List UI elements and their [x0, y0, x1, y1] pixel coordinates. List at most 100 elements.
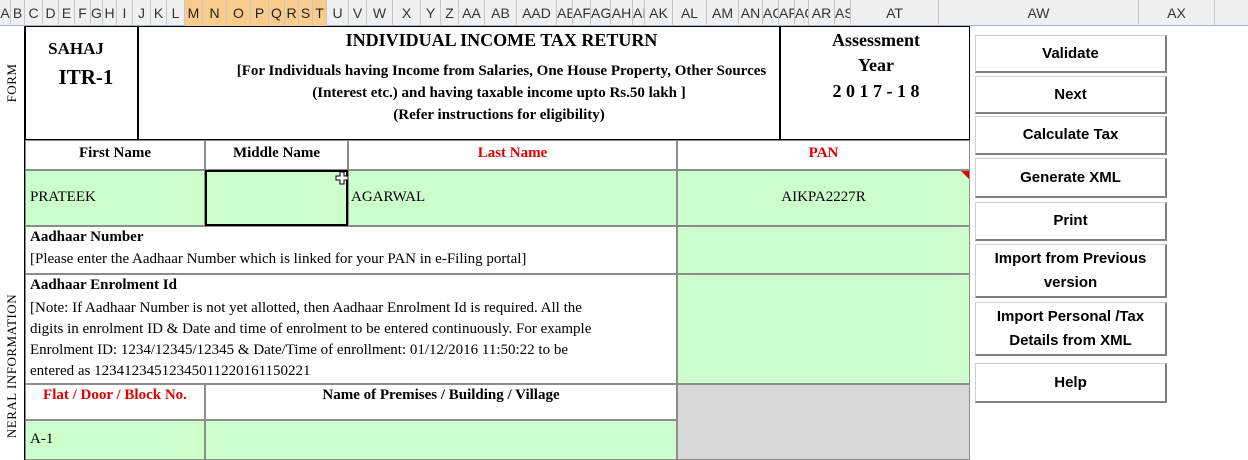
column-header[interactable]: AB: [485, 0, 517, 26]
help-button[interactable]: Help: [975, 363, 1167, 403]
enrolment-id-field[interactable]: [677, 274, 970, 384]
flat-field[interactable]: A-1: [25, 420, 205, 460]
generate-xml-button[interactable]: Generate XML: [975, 158, 1167, 198]
column-header[interactable]: I: [117, 0, 133, 26]
column-header[interactable]: AR: [809, 0, 835, 26]
first-name-field[interactable]: PRATEEK: [25, 170, 205, 226]
column-header[interactable]: AA: [459, 0, 485, 26]
enrolment-label-cell: Aadhaar Enrolment Id [Note: If Aadhaar N…: [25, 274, 677, 384]
premises-field[interactable]: [205, 420, 677, 460]
enrolment-note-4: entered as 12341234512345011220161150221: [30, 363, 311, 379]
column-header[interactable]: AK: [645, 0, 673, 26]
column-header[interactable]: E: [59, 0, 75, 26]
import-personal-tax-xml-button[interactable]: Import Personal /Tax Details from XML: [975, 302, 1167, 356]
general-info-side-label: NERAL INFORMATION: [0, 140, 25, 460]
generate-xml-button-label: Generate XML: [1020, 168, 1121, 186]
column-header[interactable]: M: [185, 0, 203, 26]
enrolment-note-1: [Note: If Aadhaar Number is not yet allo…: [30, 300, 582, 316]
column-header[interactable]: L: [167, 0, 185, 26]
form-name-line1: SAHAJ: [48, 39, 104, 58]
column-header[interactable]: U: [327, 0, 349, 26]
column-header[interactable]: N: [203, 0, 227, 26]
column-header[interactable]: S: [299, 0, 313, 26]
column-header[interactable]: R: [285, 0, 299, 26]
column-header[interactable]: AS: [835, 0, 851, 26]
aadhaar-label-cell: Aadhaar Number [Please enter the Aadhaar…: [25, 226, 677, 274]
first-name-header-text: First Name: [78, 145, 152, 161]
assessment-label: Assessment: [832, 30, 920, 50]
assessment-year-box: Assessment Year 2 0 1 7 - 1 8: [780, 26, 970, 140]
page-title: INDIVIDUAL INCOME TAX RETURN: [345, 30, 658, 50]
column-header[interactable]: X: [393, 0, 421, 26]
column-header[interactable]: H: [103, 0, 117, 26]
column-header[interactable]: AC: [763, 0, 779, 26]
column-header[interactable]: W: [367, 0, 393, 26]
import-previous-line1: Import from Previous: [994, 249, 1147, 267]
column-header[interactable]: AW: [939, 0, 1139, 26]
pan-field[interactable]: AIKPA2227R: [677, 170, 970, 226]
middle-name-header-text: Middle Name: [232, 145, 321, 161]
middle-name-header: Middle Name: [205, 140, 348, 170]
import-previous-version-button[interactable]: Import from Previous version: [975, 244, 1167, 298]
column-header[interactable]: Y: [421, 0, 441, 26]
first-name-value: PRATEEK: [30, 189, 96, 205]
first-name-header: First Name: [25, 140, 205, 170]
premises-header: Name of Premises / Building / Village: [205, 384, 677, 420]
validate-button[interactable]: Validate: [975, 35, 1167, 73]
column-header[interactable]: Q: [269, 0, 285, 26]
column-header[interactable]: AT: [851, 0, 939, 26]
pan-value: AIKPA2227R: [781, 189, 866, 205]
enrolment-label: Aadhaar Enrolment Id: [30, 277, 177, 293]
column-header[interactable]: C: [25, 0, 43, 26]
cell-cursor-icon: [335, 171, 349, 185]
column-header[interactable]: AL: [673, 0, 707, 26]
help-button-label: Help: [1054, 373, 1087, 391]
column-header[interactable]: A: [0, 0, 11, 26]
premises-header-text: Name of Premises / Building / Village: [322, 387, 560, 403]
year-label: Year: [858, 55, 894, 75]
column-header[interactable]: D: [43, 0, 59, 26]
column-header[interactable]: AE: [557, 0, 573, 26]
column-header[interactable]: AG: [591, 0, 611, 26]
column-header[interactable]: T: [313, 0, 327, 26]
middle-name-field[interactable]: [205, 170, 349, 226]
form-name-box: SAHAJ ITR-1: [25, 26, 138, 140]
column-header[interactable]: J: [133, 0, 151, 26]
column-header-bar: ABCDEFGHIJKLMNOPQRSTUVWXYZAAABAADAEAFAGA…: [0, 0, 1248, 26]
column-header[interactable]: P: [251, 0, 269, 26]
column-header[interactable]: AF: [573, 0, 591, 26]
print-button-label: Print: [1053, 212, 1088, 229]
title-subtitle-1: [For Individuals having Income from Sala…: [236, 63, 767, 79]
column-header[interactable]: O: [227, 0, 251, 26]
flat-header: Flat / Door / Block No.: [25, 384, 205, 420]
enrolment-note-2: digits in enrolment ID & Date and time o…: [30, 321, 592, 337]
last-name-value: AGARWAL: [351, 189, 426, 205]
print-button[interactable]: Print: [975, 202, 1167, 241]
flat-value: A-1: [30, 431, 54, 447]
pan-header: PAN: [677, 140, 970, 170]
aadhaar-number-field[interactable]: [677, 226, 970, 274]
title-box: INDIVIDUAL INCOME TAX RETURN [For Indivi…: [138, 26, 780, 140]
column-header[interactable]: AX: [1139, 0, 1215, 26]
column-header[interactable]: B: [11, 0, 25, 26]
column-header[interactable]: AM: [707, 0, 739, 26]
column-header[interactable]: F: [75, 0, 91, 26]
last-name-field[interactable]: AGARWAL: [348, 170, 677, 226]
import-previous-line2: version: [1043, 273, 1098, 291]
column-header[interactable]: G: [91, 0, 103, 26]
column-header[interactable]: AAD: [517, 0, 557, 26]
column-header[interactable]: Z: [441, 0, 459, 26]
column-header[interactable]: AI: [633, 0, 645, 26]
column-header[interactable]: AF: [779, 0, 795, 26]
column-header[interactable]: K: [151, 0, 167, 26]
validate-button-label: Validate: [1042, 44, 1099, 62]
next-button[interactable]: Next: [975, 76, 1167, 114]
column-header[interactable]: V: [349, 0, 367, 26]
form-name-line2: ITR-1: [58, 65, 114, 89]
next-button-label: Next: [1054, 85, 1087, 103]
column-header[interactable]: AN: [739, 0, 763, 26]
column-header[interactable]: AG: [795, 0, 809, 26]
last-name-header: Last Name: [348, 140, 677, 170]
column-header[interactable]: AH: [611, 0, 633, 26]
calculate-tax-button[interactable]: Calculate Tax: [975, 116, 1167, 155]
